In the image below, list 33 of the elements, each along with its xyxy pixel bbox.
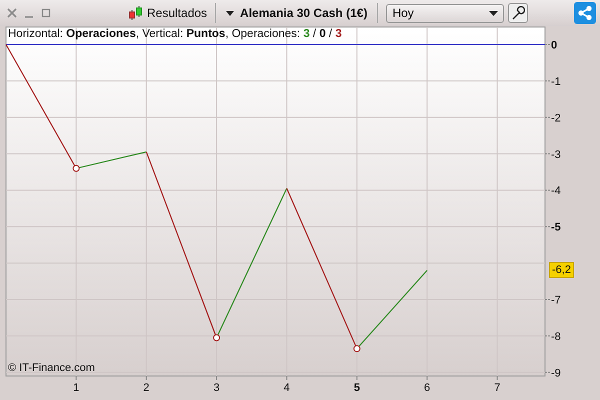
results-button[interactable]: Resultados (124, 5, 212, 21)
close-icon[interactable] (6, 7, 18, 19)
y-axis-label: -3 (551, 148, 561, 161)
y-axis-label: -1 (551, 76, 561, 88)
trade-marker (213, 334, 220, 342)
x-axis-label: 1 (73, 382, 80, 394)
period-select[interactable]: Hoy (386, 4, 504, 22)
share-icon (577, 5, 593, 21)
share-button[interactable] (574, 2, 596, 24)
candlestick-icon (128, 5, 144, 21)
x-axis-label: 4 (284, 382, 290, 394)
copyright-text: © IT-Finance.com (8, 362, 95, 374)
caret-icon (226, 10, 234, 16)
caret-icon (489, 10, 498, 16)
y-axis-label: -2 (551, 112, 561, 124)
chart-caption: Horizontal: Operaciones, Vertical: Puntos, Operaciones: 3 / 0 / 3 (8, 28, 342, 40)
maximize-icon[interactable] (40, 7, 52, 19)
y-axis-label: -8 (551, 330, 561, 343)
y-axis-label: 0 (551, 39, 558, 52)
trade-marker (72, 164, 80, 172)
x-axis-label: 6 (424, 382, 430, 394)
x-axis-label: 2 (143, 382, 150, 394)
trade-marker (353, 345, 360, 352)
y-axis-label: -4 (551, 185, 561, 198)
value-badge: -6,2 (549, 262, 574, 278)
x-axis-label: 5 (354, 382, 360, 394)
x-axis-label: 3 (213, 382, 220, 394)
settings-button[interactable] (508, 3, 528, 23)
y-axis-label: -9 (551, 367, 561, 380)
y-axis-label: -7 (551, 294, 561, 306)
instrument-dropdown[interactable]: Alemania 30 Cash (1€) (220, 6, 374, 20)
x-axis-label: 7 (494, 382, 500, 394)
y-axis-label: -5 (551, 222, 561, 234)
